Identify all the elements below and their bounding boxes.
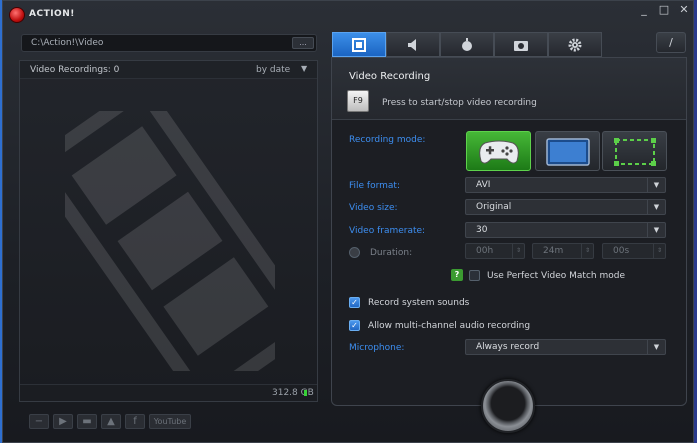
spinner-arrows-icon[interactable]: ⇕ bbox=[512, 244, 524, 258]
file-format-label: File format: bbox=[349, 181, 400, 191]
chevron-down-icon[interactable]: ▼ bbox=[647, 178, 665, 192]
recordings-footer: 312.8 GB bbox=[20, 384, 317, 401]
file-format-dropdown[interactable]: AVI ▼ bbox=[465, 177, 666, 193]
framerate-dropdown[interactable]: 30 ▼ bbox=[465, 222, 666, 238]
output-path-field[interactable]: C:\Action!\Video ... bbox=[21, 34, 317, 52]
disk-free-space: 312.8 GB bbox=[272, 388, 314, 398]
stopwatch-icon bbox=[462, 38, 472, 51]
tab-benchmark[interactable] bbox=[440, 32, 494, 57]
record-system-sounds-checkbox[interactable]: ✓ bbox=[349, 297, 360, 308]
microphone-label: Microphone: bbox=[349, 343, 405, 353]
maximize-button[interactable]: □ bbox=[655, 3, 673, 19]
duration-seconds-input[interactable]: 00s ⇕ bbox=[602, 243, 666, 259]
camera-icon bbox=[514, 41, 528, 51]
perfect-match-checkbox[interactable] bbox=[469, 270, 480, 281]
duration-hours-input[interactable]: 00h ⇕ bbox=[465, 243, 525, 259]
framerate-value: 30 bbox=[476, 225, 488, 235]
tab-audio[interactable] bbox=[386, 32, 440, 57]
youtube-upload-button[interactable]: YouTube bbox=[149, 414, 191, 429]
facebook-icon[interactable]: f bbox=[125, 414, 145, 429]
framerate-label: Video framerate: bbox=[349, 226, 426, 236]
mode-region-button[interactable] bbox=[602, 131, 667, 171]
region-select-icon bbox=[614, 138, 656, 166]
help-icon[interactable]: ? bbox=[451, 269, 463, 281]
disk-status-led bbox=[304, 390, 307, 396]
chevron-down-icon[interactable]: ▼ bbox=[647, 340, 665, 354]
duration-seconds-value: 00s bbox=[613, 246, 630, 256]
record-button[interactable] bbox=[481, 379, 535, 433]
chevron-down-icon[interactable]: ▼ bbox=[647, 200, 665, 214]
recordings-count: Video Recordings: 0 bbox=[30, 65, 120, 75]
wrench-icon[interactable]: / bbox=[656, 32, 686, 53]
multichannel-checkbox[interactable]: ✓ bbox=[349, 320, 360, 331]
recordings-panel: Video Recordings: 0 by date ▼ 312.8 GB bbox=[19, 60, 318, 402]
video-size-value: Original bbox=[476, 202, 512, 212]
section-title: Video Recording bbox=[349, 71, 431, 82]
sort-dropdown[interactable]: by date bbox=[256, 65, 290, 75]
duration-checkbox[interactable] bbox=[349, 247, 360, 258]
hotkey-key-button[interactable]: F9 bbox=[347, 90, 369, 112]
upload-icon[interactable]: ▲ bbox=[101, 414, 121, 429]
record-system-sounds-label: Record system sounds bbox=[368, 298, 470, 308]
microphone-value: Always record bbox=[476, 342, 540, 352]
film-strip-watermark-icon bbox=[65, 111, 275, 371]
sort-chevron-down-icon[interactable]: ▼ bbox=[301, 64, 307, 73]
app-title: ACTION! bbox=[29, 9, 75, 19]
mode-game-button[interactable] bbox=[466, 131, 531, 171]
film-icon bbox=[352, 38, 366, 52]
delete-icon[interactable]: − bbox=[29, 414, 49, 429]
duration-minutes-value: 24m bbox=[543, 246, 564, 256]
speaker-icon bbox=[408, 39, 416, 51]
spinner-arrows-icon[interactable]: ⇕ bbox=[581, 244, 593, 258]
video-recording-header: Video Recording F9 Press to start/stop v… bbox=[332, 58, 686, 120]
recordings-header: Video Recordings: 0 by date ▼ bbox=[20, 61, 317, 79]
duration-hours-value: 00h bbox=[476, 246, 494, 256]
duration-label: Duration: bbox=[370, 248, 413, 258]
output-path-text: C:\Action!\Video bbox=[31, 38, 104, 48]
main-tabs bbox=[332, 32, 602, 57]
title-bar[interactable]: ACTION! _ □ ✕ bbox=[3, 1, 693, 29]
browse-folder-button[interactable]: ... bbox=[292, 37, 314, 49]
gear-icon bbox=[568, 38, 582, 52]
monitor-icon bbox=[546, 138, 590, 166]
play-icon[interactable]: ▶ bbox=[53, 414, 73, 429]
tab-video[interactable] bbox=[332, 32, 386, 57]
close-button[interactable]: ✕ bbox=[675, 3, 693, 19]
minimize-button[interactable]: _ bbox=[635, 3, 653, 19]
perfect-match-label: Use Perfect Video Match mode bbox=[487, 271, 625, 281]
file-format-value: AVI bbox=[476, 180, 491, 190]
gamepad-icon bbox=[479, 140, 519, 164]
video-settings-panel: Video Recording F9 Press to start/stop v… bbox=[331, 57, 687, 406]
spinner-arrows-icon[interactable]: ⇕ bbox=[653, 244, 665, 258]
folder-icon[interactable]: ▬ bbox=[77, 414, 97, 429]
duration-minutes-input[interactable]: 24m ⇕ bbox=[532, 243, 594, 259]
recording-mode-label: Recording mode: bbox=[349, 135, 426, 145]
microphone-dropdown[interactable]: Always record ▼ bbox=[465, 339, 666, 355]
app-logo-icon bbox=[9, 7, 25, 23]
mode-desktop-button[interactable] bbox=[535, 131, 600, 171]
chevron-down-icon[interactable]: ▼ bbox=[647, 223, 665, 237]
tab-screenshot[interactable] bbox=[494, 32, 548, 57]
video-size-label: Video size: bbox=[349, 203, 398, 213]
hotkey-hint: Press to start/stop video recording bbox=[382, 98, 537, 108]
app-window: ACTION! _ □ ✕ C:\Action!\Video ... Video… bbox=[2, 0, 694, 443]
video-size-dropdown[interactable]: Original ▼ bbox=[465, 199, 666, 215]
tab-settings[interactable] bbox=[548, 32, 602, 57]
multichannel-label: Allow multi-channel audio recording bbox=[368, 321, 531, 331]
